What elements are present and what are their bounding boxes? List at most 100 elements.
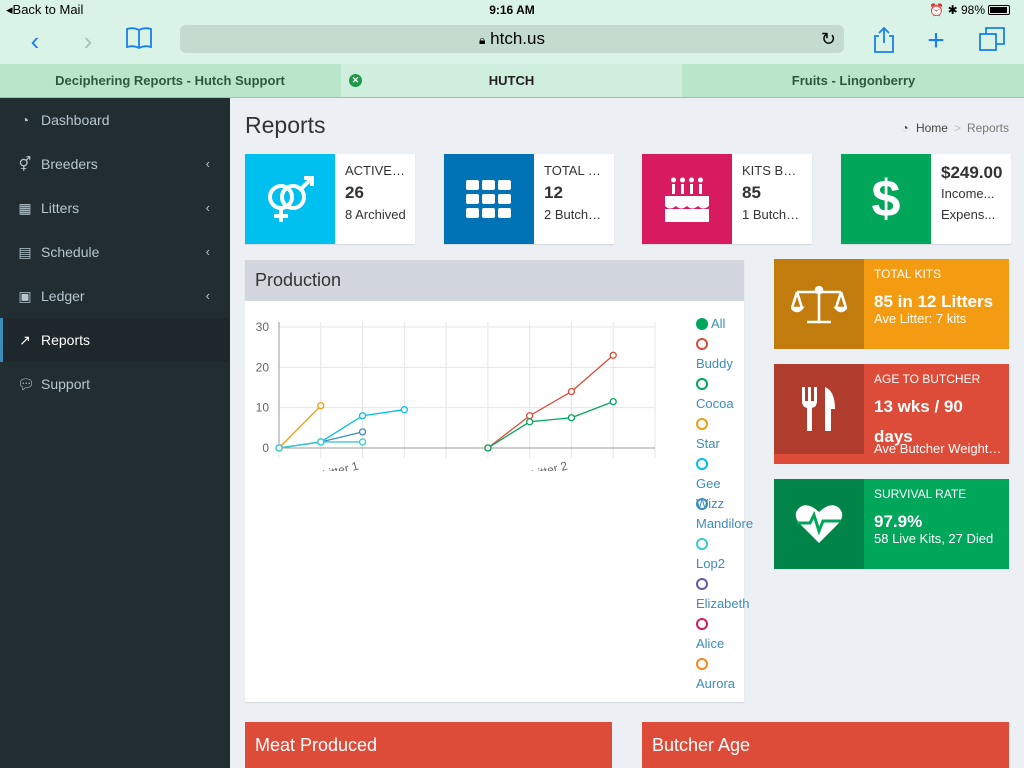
legend-item[interactable]: Cocoa (696, 374, 752, 414)
data-point (567, 387, 576, 396)
tabs-overview-icon[interactable] (976, 26, 1008, 58)
tab-lingonberry[interactable]: Fruits - Lingonberry (683, 64, 1024, 97)
sidebar-item-breeders[interactable]: ⚥ Breeders ‹ (0, 142, 230, 186)
stat-sub: 8 Archived (345, 207, 406, 222)
legend-item[interactable]: Star (696, 414, 752, 454)
data-point (400, 406, 408, 414)
data-point (317, 438, 325, 446)
grid-icon: ▦ (18, 200, 32, 216)
battery-percent: 98% (960, 3, 985, 17)
info-label: AGE TO BUTCHER (874, 372, 981, 386)
data-point (358, 438, 367, 446)
stat-box-total-litters[interactable]: TOTAL LITTERS 12 2 Butchered (444, 154, 614, 244)
info-label: TOTAL KITS (874, 267, 942, 281)
legend-item[interactable]: Mandilore (696, 494, 753, 534)
line-chart-icon: ↗ (19, 332, 31, 348)
data-point (609, 397, 617, 406)
info-label: SURVIVAL RATE (874, 487, 967, 501)
sidebar-item-ledger[interactable]: ▣ Ledger ‹ (0, 274, 230, 318)
data-point (567, 414, 576, 422)
legend-item[interactable]: Lop2 (696, 534, 752, 574)
info-sub: Ave Butcher Weight: ... (874, 441, 1002, 456)
chevron-left-icon: ‹ (205, 288, 210, 303)
sidebar-item-label: Dashboard (41, 112, 110, 128)
venus-mars-icon: ⚥ (18, 156, 32, 172)
status-bar: ◂Back to Mail 9:16 AM ⏰ ✱ 98% (0, 0, 1024, 20)
dollar-icon: $ (841, 154, 931, 244)
sidebar-item-support[interactable]: 💬︎ Support (0, 362, 230, 406)
y-tick-label: 0 (262, 441, 269, 455)
data-point (609, 351, 617, 359)
legend-item[interactable]: Elizabeth (696, 574, 752, 614)
share-icon[interactable] (868, 26, 900, 58)
x-tick-label: Litter 1 (321, 459, 360, 471)
birthday-cake-icon (642, 154, 732, 244)
legend-marker-icon (696, 338, 708, 350)
book-icon (126, 27, 152, 50)
clock: 9:16 AM (489, 3, 535, 17)
reload-icon[interactable]: ↻ (821, 25, 836, 53)
info-box-age-to-butcher: AGE TO BUTCHER 13 wks / 90 days Ave Butc… (774, 364, 1009, 464)
legend-marker-icon (696, 318, 708, 330)
dashboard-icon: ◔ (901, 121, 909, 135)
meat-produced-panel-header: Meat Produced (245, 722, 612, 768)
legend-marker-icon (696, 618, 708, 630)
battery-icon (988, 5, 1010, 15)
stat-box-active-breeders[interactable]: ACTIVE BREEDERS 26 8 Archived (245, 154, 415, 244)
bookmarks-icon[interactable] (123, 26, 155, 58)
data-point (484, 444, 492, 452)
balance-scale-icon (774, 259, 864, 349)
breadcrumb: ◔ Home > Reports (901, 121, 1009, 135)
legend-marker-icon (696, 418, 708, 430)
legend-marker-icon (696, 578, 708, 590)
stat-value: 26 (345, 183, 364, 202)
legend-label: Alice (696, 636, 725, 651)
grid-icon (444, 154, 534, 244)
cutlery-icon (774, 364, 864, 454)
data-point (358, 412, 367, 420)
sidebar-item-reports[interactable]: ↗ Reports (0, 318, 230, 362)
data-point (275, 444, 283, 452)
info-box-total-kits: TOTAL KITS 85 in 12 Litters Ave Litter: … (774, 259, 1009, 349)
stat-income: Income... (941, 186, 995, 201)
stat-title: $249.00 (941, 163, 1003, 182)
legend-item[interactable]: Gee Wizz (696, 454, 752, 511)
stat-box-finances[interactable]: $ $249.00 Income... Expens... (841, 154, 1011, 244)
ledger-icon: ▣ (18, 288, 32, 304)
tab-deciphering-reports[interactable]: Deciphering Reports - Hutch Support (0, 64, 340, 97)
tabs-svg (979, 27, 1005, 51)
legend-item[interactable]: Alice (696, 614, 752, 654)
legend-item[interactable]: Buddy (696, 334, 752, 374)
breadcrumb-home[interactable]: Home (916, 121, 948, 135)
data-point (358, 428, 367, 436)
sidebar: ◔ Dashboard ⚥ Breeders ‹ ▦ Litters ‹ ▤ Schedul… (0, 98, 230, 768)
calendar-icon: ▤ (18, 244, 32, 260)
stat-value: 12 (544, 183, 563, 202)
y-tick-label: 20 (256, 360, 270, 374)
legend-marker-icon (696, 378, 708, 390)
tab-hutch[interactable]: ✕ HUTCH (341, 64, 682, 97)
dashboard-icon: ◔ (20, 112, 30, 128)
sidebar-item-label: Schedule (41, 244, 100, 260)
new-tab-icon[interactable]: + (920, 26, 952, 58)
sidebar-item-label: Support (41, 376, 91, 392)
forward-arrow-icon[interactable]: › (72, 26, 104, 58)
sidebar-item-label: Ledger (41, 288, 85, 304)
legend-item[interactable]: Aurora (696, 654, 752, 694)
back-arrow-icon[interactable]: ‹ (19, 26, 51, 58)
main-content: Reports ◔ Home > Reports ACTIVE BREEDERS 2… (230, 98, 1024, 768)
url-text: htch.us (490, 29, 545, 48)
legend-marker-icon (696, 538, 708, 550)
sidebar-item-label: Breeders (41, 156, 98, 172)
legend-item[interactable]: All (696, 314, 752, 334)
address-bar[interactable]: 🔒︎ htch.us ↻ (180, 25, 844, 53)
sidebar-item-dashboard[interactable]: ◔ Dashboard (0, 98, 230, 142)
x-tick-label: Litter 2 (530, 459, 569, 471)
legend-label: Aurora (696, 676, 736, 691)
close-tab-icon[interactable]: ✕ (349, 74, 362, 87)
sidebar-item-schedule[interactable]: ▤ Schedule ‹ (0, 230, 230, 274)
sidebar-item-litters[interactable]: ▦ Litters ‹ (0, 186, 230, 230)
stat-box-kits-born[interactable]: KITS BORN 85 1 Butchered (642, 154, 812, 244)
legend-label: Cocoa (696, 396, 734, 411)
legend-label: All (711, 316, 726, 331)
